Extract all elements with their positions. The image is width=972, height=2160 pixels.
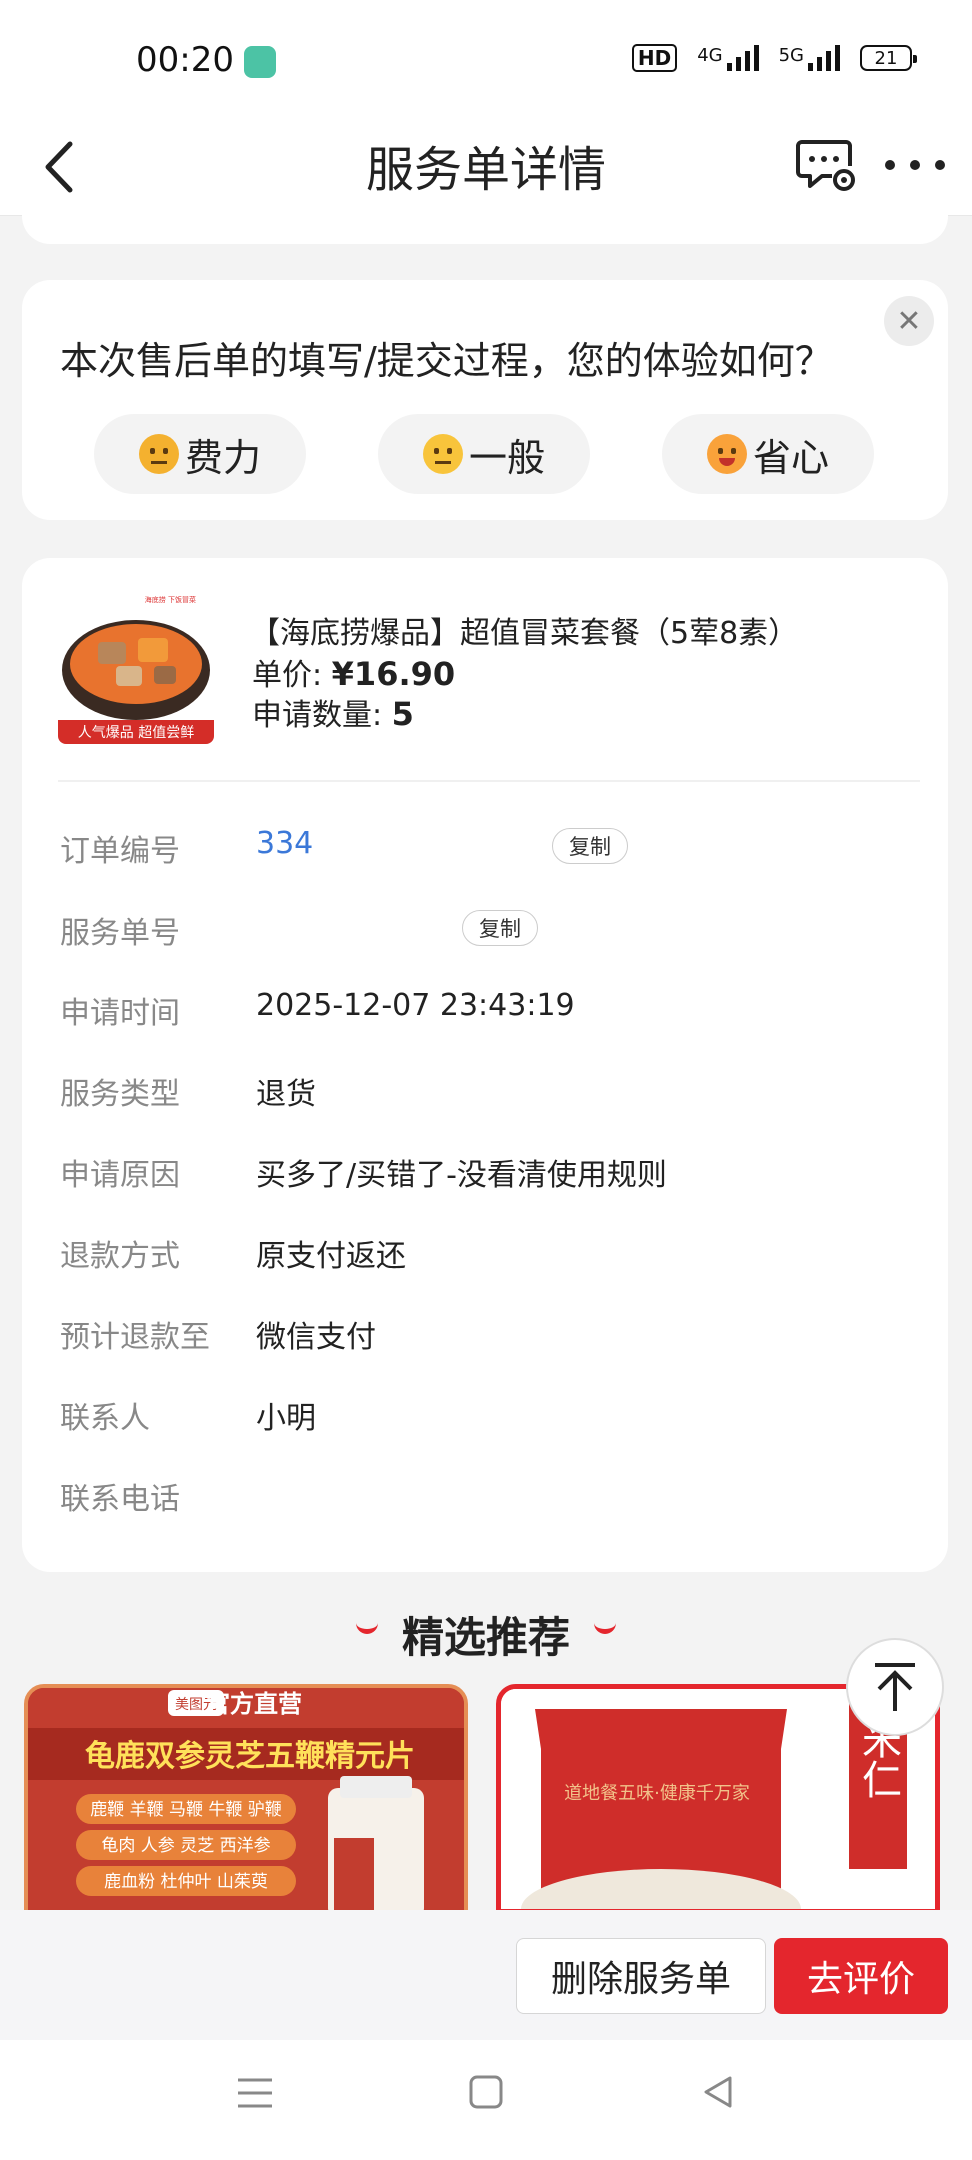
detail-label: 联系电话 [60,1482,180,1517]
signal-5g-icon: 5G [779,45,840,71]
detail-label: 联系人 [60,1401,150,1436]
product-name[interactable]: 【海底捞爆品】超值冒菜套餐（5荤8素） [250,608,798,652]
delete-service-order-button[interactable]: 删除服务单 [516,1938,766,2014]
service-type: 退货 [256,1077,316,1112]
copy-service-number-button[interactable]: 复制 [462,910,538,946]
annoyed-face-icon [138,434,179,474]
home-icon[interactable] [468,2074,504,2110]
detail-label: 申请时间 [60,996,180,1031]
hd-icon: HD [631,44,678,72]
rec2-bag-text: 道地餐五味·健康千万家 [564,1783,750,1804]
product-image[interactable]: 海底捞 下饭冒菜 人气爆品 超值尝鲜 [58,592,214,744]
survey-option-easy[interactable]: 省心 [662,414,874,494]
back-to-top-button[interactable] [846,1638,944,1736]
recommend-item[interactable]: 美图元 官方直营 龟鹿双参灵芝五鞭精元片 鹿鞭 羊鞭 马鞭 牛鞭 驴鞭 龟肉 人… [24,1684,468,1914]
rate-button[interactable]: 去评价 [774,1938,948,2014]
close-icon[interactable]: ✕ [884,296,934,346]
divider [58,780,920,782]
refund-destination: 微信支付 [256,1320,376,1355]
survey-option-label: 费力 [184,435,261,480]
rec1-line: 龟肉 人参 灵芝 西洋参 [101,1836,270,1856]
menu-icon[interactable] [236,2074,274,2112]
rec1-badge: 官方直营 [206,1690,302,1718]
product-image-top-text: 海底捞 下饭冒菜 [145,595,196,604]
rec1-line: 鹿血粉 杜仲叶 山茱萸 [104,1872,268,1892]
rec1-line: 鹿鞭 羊鞭 马鞭 牛鞭 驴鞭 [90,1800,282,1820]
system-nav-bar [0,2040,972,2160]
more-icon[interactable] [880,150,950,180]
status-time: 00:20 [136,40,234,80]
network-5g-label: 5G [778,45,804,66]
product-price: ¥16.90 [331,655,456,693]
apply-reason: 买多了/买错了-没看清使用规则 [256,1158,667,1193]
rec1-title: 龟鹿双参灵芝五鞭精元片 [85,1739,415,1774]
status-bar: 00:20 HD 4G 5G 21 [0,0,972,120]
service-detail-card: 海底捞 下饭冒菜 人气爆品 超值尝鲜 【海底捞爆品】超值冒菜套餐（5荤8素） 单… [22,558,948,1572]
status-icons: HD 4G 5G 21 [631,44,917,72]
detail-label: 申请原因 [60,1158,180,1193]
product-image-caption: 人气爆品 超值尝鲜 [78,725,194,741]
detail-label: 服务类型 [60,1077,180,1112]
apply-time: 2025-12-07 23:43:19 [256,988,575,1023]
neutral-face-icon [422,434,463,474]
survey-option-label: 一般 [468,435,545,480]
battery-level: 21 [874,47,898,69]
happy-face-icon [706,434,747,474]
price-label: 单价: [252,658,323,693]
qty-label: 申请数量: [252,698,383,733]
detail-label: 服务单号 [60,916,180,951]
order-number: 334 [256,826,314,861]
detail-label: 预计退款至 [60,1320,210,1355]
product-qty: 5 [391,695,414,733]
product-qty-line: 申请数量: 5 [252,690,414,734]
network-4g-label: 4G [697,45,723,66]
survey-question: 本次售后单的填写/提交过程，您的体验如何？ [60,339,833,383]
contact-name: 小明 [256,1401,316,1436]
signal-4g-icon: 4G [697,45,759,71]
survey-option-label: 省心 [752,435,829,480]
experience-survey-card: 本次售后单的填写/提交过程，您的体验如何？ ✕ 费力 一般 省心 [22,280,948,520]
detail-label: 订单编号 [60,834,180,869]
previous-card-edge [22,200,948,244]
product-price-line: 单价: ¥16.90 [252,650,455,694]
bottom-action-bar: 删除服务单 去评价 [0,1910,972,2040]
back-nav-icon[interactable] [700,2074,736,2110]
arrow-up-icon [875,1663,915,1711]
battery-icon: 21 [860,45,917,71]
recommend-header: 精选推荐 [0,1578,972,1688]
refund-method: 原支付返还 [256,1239,406,1274]
survey-option-normal[interactable]: 一般 [378,414,590,494]
notification-app-icon [244,46,276,78]
customer-service-settings-icon[interactable] [796,132,860,196]
recommend-title: 精选推荐 [401,1613,570,1662]
survey-option-hard[interactable]: 费力 [94,414,306,494]
detail-label: 退款方式 [60,1239,180,1274]
copy-order-number-button[interactable]: 复制 [552,828,628,864]
